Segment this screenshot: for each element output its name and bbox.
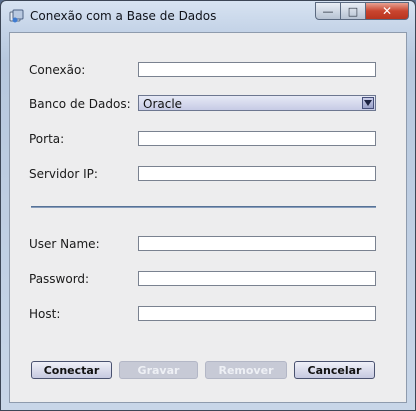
cancel-button[interactable]: Cancelar — [294, 361, 375, 379]
app-icon — [9, 9, 24, 24]
password-input[interactable] — [138, 271, 376, 286]
password-label: Password: — [29, 272, 90, 286]
chevron-down-icon[interactable] — [362, 97, 374, 109]
maximize-icon: □ — [347, 4, 359, 18]
close-icon: ✕ — [381, 4, 393, 18]
connect-button[interactable]: Conectar — [31, 361, 112, 379]
save-button[interactable]: Gravar — [119, 361, 198, 379]
host-input[interactable] — [138, 306, 376, 321]
section-divider — [31, 206, 376, 208]
connection-label: Conexão: — [29, 63, 86, 77]
database-selected-value: Oracle — [143, 97, 183, 111]
window-controls: — □ ✕ — [315, 2, 409, 21]
maximize-button[interactable]: □ — [341, 2, 366, 20]
dialog-window: Conexão com a Base de Dados — □ ✕ Conexã… — [0, 0, 416, 411]
title-bar[interactable]: Conexão com a Base de Dados — □ ✕ — [1, 1, 415, 31]
host-label: Host: — [29, 307, 61, 321]
username-input[interactable] — [138, 236, 376, 251]
remove-button[interactable]: Remover — [205, 361, 287, 379]
minimize-button[interactable]: — — [315, 2, 341, 20]
database-label: Banco de Dados: — [29, 97, 131, 111]
form-panel: Conexão: Banco de Dados: Oracle Porta: S… — [9, 32, 407, 403]
username-label: User Name: — [29, 237, 100, 251]
window-title: Conexão com a Base de Dados — [30, 9, 217, 23]
port-label: Porta: — [29, 132, 65, 146]
server-ip-label: Servidor IP: — [29, 167, 98, 181]
connection-input[interactable] — [138, 62, 376, 77]
server-ip-input[interactable] — [138, 166, 376, 181]
minimize-icon: — — [322, 4, 334, 18]
port-input[interactable] — [138, 131, 376, 146]
close-button[interactable]: ✕ — [366, 2, 409, 20]
database-select[interactable]: Oracle — [138, 95, 376, 111]
